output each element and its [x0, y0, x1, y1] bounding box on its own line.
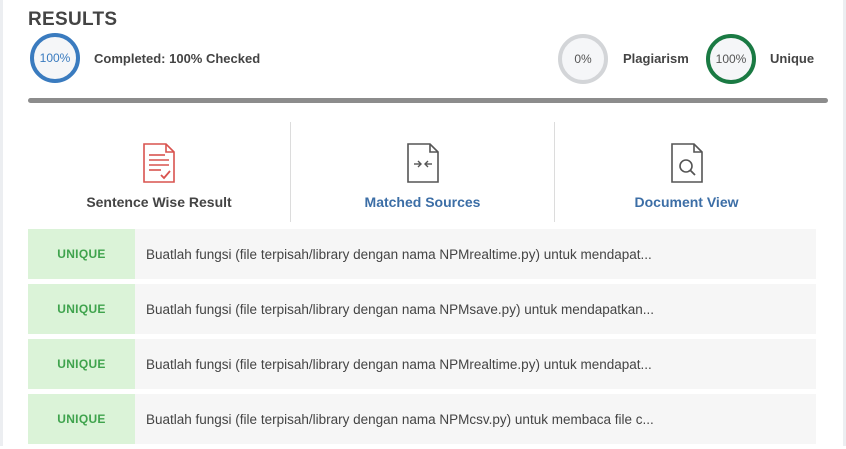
matched-sources-icon — [406, 143, 439, 183]
result-sentence: Buatlah fungsi (file terpisah/library de… — [146, 301, 655, 317]
status-badge: UNIQUE — [28, 339, 135, 389]
result-sentence: Buatlah fungsi (file terpisah/library de… — [146, 356, 652, 372]
result-tabs: Sentence Wise Result Matched Sources Doc — [28, 122, 818, 222]
tab-matched-sources[interactable]: Matched Sources — [291, 122, 554, 222]
result-row[interactable]: UNIQUE Buatlah fungsi (file terpisah/lib… — [28, 229, 816, 279]
document-view-icon — [670, 143, 703, 183]
sentence-wise-icon — [143, 143, 175, 183]
results-panel: RESULTS 100% Completed: 100% Checked 0% … — [0, 0, 846, 446]
plagiarism-circle: 0% — [558, 34, 608, 84]
status-badge: UNIQUE — [28, 394, 135, 444]
tab-document-view[interactable]: Document View — [555, 122, 818, 222]
tab-sentence-wise-result[interactable]: Sentence Wise Result — [28, 122, 290, 222]
check-progress-bar — [28, 98, 828, 103]
status-badge: UNIQUE — [28, 284, 135, 334]
page-title: RESULTS — [28, 9, 118, 30]
result-sentence: Buatlah fungsi (file terpisah/library de… — [146, 246, 652, 262]
completed-label: Completed: 100% Checked — [94, 51, 261, 66]
completed-progress-circle: 100% — [30, 33, 80, 83]
sentence-result-list: UNIQUE Buatlah fungsi (file terpisah/lib… — [28, 229, 816, 449]
result-row[interactable]: UNIQUE Buatlah fungsi (file terpisah/lib… — [28, 394, 816, 444]
panel-edge-left — [0, 0, 3, 446]
tab-document-view-label: Document View — [634, 194, 739, 210]
unique-circle: 100% — [706, 34, 756, 84]
result-sentence: Buatlah fungsi (file terpisah/library de… — [146, 411, 654, 427]
tab-sentence-wise-label: Sentence Wise Result — [86, 194, 232, 210]
result-row[interactable]: UNIQUE Buatlah fungsi (file terpisah/lib… — [28, 339, 816, 389]
tab-matched-sources-label: Matched Sources — [364, 194, 481, 210]
unique-label: Unique — [770, 51, 815, 66]
plagiarism-label: Plagiarism — [623, 51, 689, 66]
result-row[interactable]: UNIQUE Buatlah fungsi (file terpisah/lib… — [28, 284, 816, 334]
status-badge: UNIQUE — [28, 229, 135, 279]
